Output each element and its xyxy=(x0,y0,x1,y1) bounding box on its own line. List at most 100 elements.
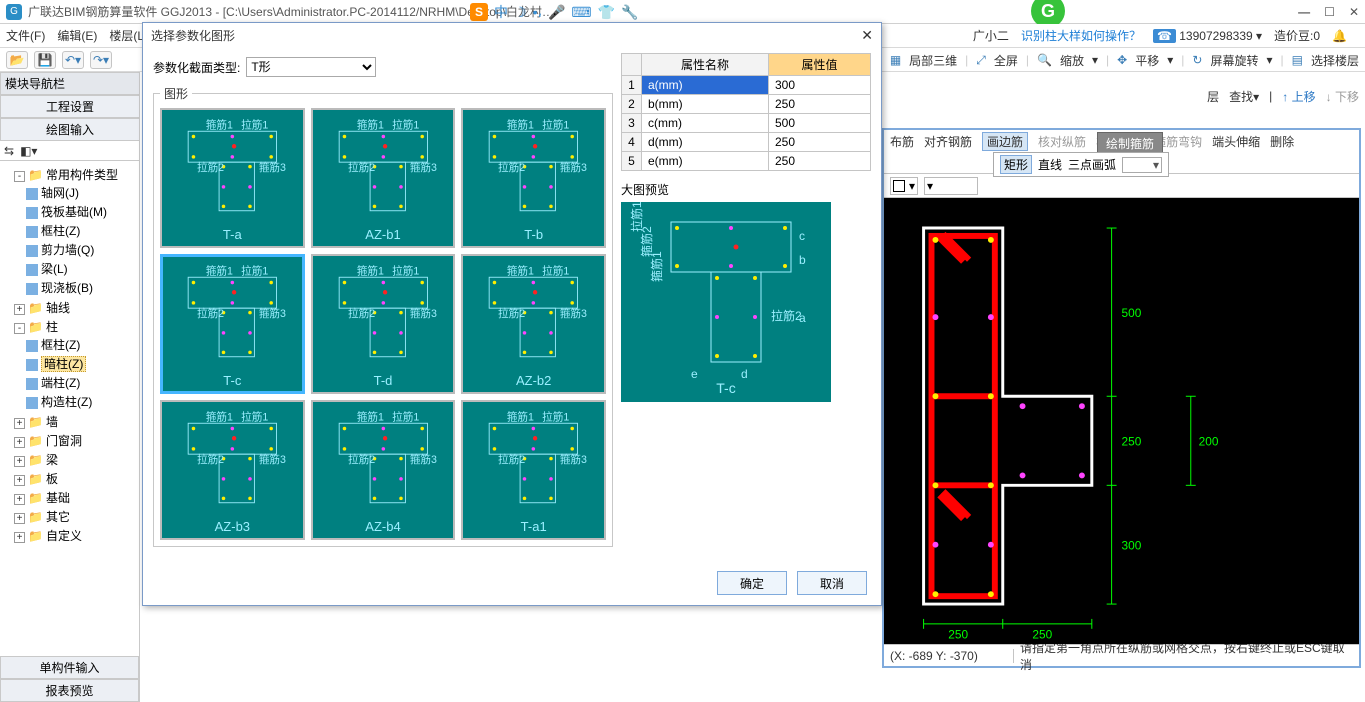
tree-other[interactable]: 其它 xyxy=(46,510,70,524)
ok-button[interactable]: 确定 xyxy=(717,571,787,595)
shape-T-d[interactable]: 箍筋1拉筋1箍筋3拉筋2T-d xyxy=(311,254,456,394)
tab-3[interactable]: 核对纵筋 xyxy=(1038,133,1086,150)
window-minimize-button[interactable]: — xyxy=(1298,5,1310,19)
expand-icon[interactable]: + xyxy=(14,475,25,486)
tree-raft[interactable]: 筏板基础(M) xyxy=(41,205,107,219)
prop-row[interactable]: 3c(mm)500 xyxy=(622,114,871,133)
tab-0[interactable]: 布筋 xyxy=(890,133,914,150)
tree-zhu-0[interactable]: 框柱(Z) xyxy=(41,338,80,352)
save-button[interactable]: 💾 xyxy=(34,51,56,69)
window-maximize-button[interactable]: ☐ xyxy=(1324,5,1335,19)
tree-zhu[interactable]: 柱 xyxy=(46,320,58,334)
ime-cn-icon[interactable]: 中 xyxy=(494,2,508,22)
open-button[interactable]: 📂 xyxy=(6,51,28,69)
shape-AZ-b2[interactable]: 箍筋1拉筋1箍筋3拉筋2AZ-b2 xyxy=(461,254,606,394)
ime-keyboard-icon[interactable]: ⌨ xyxy=(571,4,591,21)
bell-icon[interactable]: 🔔 xyxy=(1332,29,1347,43)
move-down-btn[interactable]: ↓ 下移 xyxy=(1326,88,1359,105)
prop-row[interactable]: 4d(mm)250 xyxy=(622,133,871,152)
tab-6[interactable]: 端头伸缩 xyxy=(1212,133,1260,150)
zoom-btn[interactable]: 缩放 xyxy=(1060,52,1084,69)
expand-icon[interactable]: - xyxy=(14,171,25,182)
shape-T-c[interactable]: 箍筋1拉筋1箍筋3拉筋2T-c xyxy=(160,254,305,394)
redo-button[interactable]: ↷▾ xyxy=(90,51,112,69)
arc-mode[interactable]: 三点画弧 xyxy=(1068,156,1116,173)
shape-AZ-b4[interactable]: 箍筋1拉筋1箍筋3拉筋2AZ-b4 xyxy=(311,400,456,540)
tree-custom[interactable]: 自定义 xyxy=(46,529,82,543)
fullscreen-icon[interactable]: ⤢ xyxy=(976,53,986,68)
tree-slab[interactable]: 现浇板(B) xyxy=(41,281,93,295)
property-table[interactable]: 属性名称 属性值 1a(mm)3002b(mm)2503c(mm)5004d(m… xyxy=(621,53,871,171)
shape-AZ-b1[interactable]: 箍筋1拉筋1箍筋3拉筋2AZ-b1 xyxy=(311,108,456,248)
tree-tool-2-icon[interactable]: ◧▾ xyxy=(20,144,37,158)
shape-AZ-b3[interactable]: 箍筋1拉筋1箍筋3拉筋2AZ-b3 xyxy=(160,400,305,540)
layer-btn2[interactable]: 层 xyxy=(1207,88,1219,105)
drawing-canvas[interactable]: 500 250 300 250 250 200 xyxy=(884,198,1359,644)
tab-1[interactable]: 对齐钢筋 xyxy=(924,133,972,150)
line-mode[interactable]: 直线 xyxy=(1038,156,1062,173)
expand-icon[interactable]: + xyxy=(14,532,25,543)
tree-zhu-1[interactable]: 暗柱(Z) xyxy=(41,356,86,372)
single-component-button[interactable]: 单构件输入 xyxy=(0,656,139,679)
search-btn[interactable]: 查找▾ xyxy=(1229,88,1259,105)
select-floor-icon[interactable]: ▤ xyxy=(1292,53,1303,67)
dialog-close-icon[interactable]: ✕ xyxy=(861,27,873,44)
param-type-select[interactable]: T形 xyxy=(246,57,376,77)
sogou-ime-icon[interactable]: S xyxy=(470,3,488,21)
ime-mic-icon[interactable]: 🎤 xyxy=(548,4,565,21)
shape-T-a1[interactable]: 箍筋1拉筋1箍筋3拉筋2T-a1 xyxy=(461,400,606,540)
prop-row[interactable]: 5e(mm)250 xyxy=(622,152,871,171)
layer3d-btn[interactable]: 局部三维 xyxy=(909,52,957,69)
tree-root-common[interactable]: 常用构件类型 xyxy=(46,168,118,182)
expand-icon[interactable]: - xyxy=(14,323,25,334)
line-style-combo[interactable]: ▾ xyxy=(890,177,918,195)
tab-7[interactable]: 删除 xyxy=(1270,133,1294,150)
expand-icon[interactable]: + xyxy=(14,304,25,315)
help-link[interactable]: 识别柱大样如何操作？ xyxy=(1021,27,1141,44)
project-settings-button[interactable]: 工程设置 xyxy=(0,95,139,118)
window-close-button[interactable]: ✕ xyxy=(1349,5,1359,19)
ime-moon-icon[interactable]: ☽ xyxy=(514,4,527,21)
layer3d-icon[interactable]: ▦ xyxy=(890,53,901,67)
tree-beam[interactable]: 梁(L) xyxy=(41,262,68,276)
shape-T-b[interactable]: 箍筋1拉筋1箍筋3拉筋2T-b xyxy=(461,108,606,248)
undo-button[interactable]: ↶▾ xyxy=(62,51,84,69)
rect-mode[interactable]: 矩形 xyxy=(1000,155,1032,174)
fullscreen-btn[interactable]: 全屏 xyxy=(994,52,1018,69)
tree-grid[interactable]: 轴网(J) xyxy=(41,186,79,200)
cancel-button[interactable]: 取消 xyxy=(797,571,867,595)
tree-liang[interactable]: 梁 xyxy=(46,453,58,467)
report-preview-button[interactable]: 报表预览 xyxy=(0,679,139,702)
tree-ban[interactable]: 板 xyxy=(46,472,58,486)
move-up-btn[interactable]: ↑ 上移 xyxy=(1282,88,1315,105)
rotate-btn[interactable]: 屏幕旋转 xyxy=(1210,52,1258,69)
shape-T-a[interactable]: 箍筋1拉筋1箍筋3拉筋2T-a xyxy=(160,108,305,248)
tree-zhu-3[interactable]: 构造柱(Z) xyxy=(41,395,92,409)
select-floor-btn[interactable]: 选择楼层 xyxy=(1311,52,1359,69)
tree-opening[interactable]: 门窗洞 xyxy=(46,434,82,448)
tree-axis[interactable]: 轴线 xyxy=(46,301,70,315)
width-combo[interactable]: ▾ xyxy=(924,177,978,195)
tree-zhu-2[interactable]: 端柱(Z) xyxy=(41,376,80,390)
tree-tool-1-icon[interactable]: ⇆ xyxy=(4,144,14,158)
menu-file[interactable]: 文件(F) xyxy=(6,27,45,44)
tree-column[interactable]: 框柱(Z) xyxy=(41,224,80,238)
expand-icon[interactable]: + xyxy=(14,418,25,429)
tree-shearwall[interactable]: 剪力墙(Q) xyxy=(41,243,94,257)
expand-icon[interactable]: + xyxy=(14,513,25,524)
zoom-icon[interactable]: 🔍 xyxy=(1037,53,1052,67)
prop-row[interactable]: 2b(mm)250 xyxy=(622,95,871,114)
ime-wrench-icon[interactable]: 🔧 xyxy=(621,4,638,21)
ime-punct-icon[interactable]: •، xyxy=(533,4,542,21)
expand-icon[interactable]: + xyxy=(14,437,25,448)
menu-edit[interactable]: 编辑(E) xyxy=(57,27,97,44)
prop-row[interactable]: 1a(mm)300 xyxy=(622,76,871,95)
pan-btn[interactable]: 平移 xyxy=(1135,52,1159,69)
tab-2[interactable]: 画边筋 xyxy=(982,132,1028,151)
mode-combo[interactable]: ▾ xyxy=(1122,157,1162,173)
draw-input-button[interactable]: 绘图输入 xyxy=(0,118,139,141)
ime-person-icon[interactable]: 👕 xyxy=(598,4,615,21)
expand-icon[interactable]: + xyxy=(14,456,25,467)
rotate-icon[interactable]: ↻ xyxy=(1192,53,1202,67)
pan-icon[interactable]: ✥ xyxy=(1117,53,1127,67)
